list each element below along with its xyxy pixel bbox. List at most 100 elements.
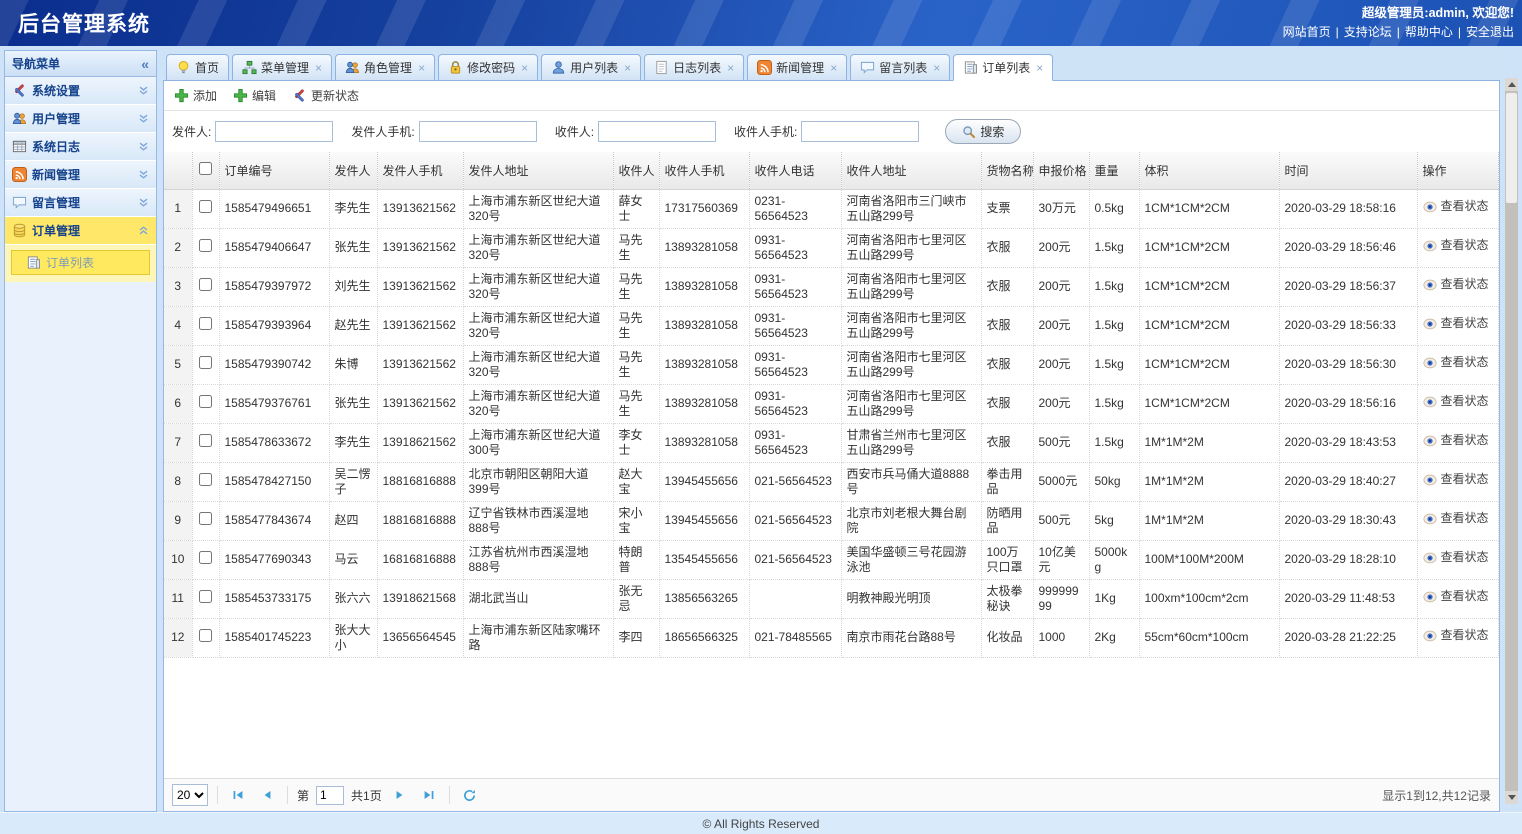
vertical-scrollbar[interactable] [1505,78,1518,804]
cell-sender-phone: 18816816888 [377,501,463,540]
update-status-button[interactable]: 更新状态 [292,87,359,104]
scroll-down-arrow[interactable] [1505,791,1518,804]
view-status-link[interactable]: 查看状态 [1423,199,1489,214]
cell-time: 2020-03-29 18:56:37 [1279,267,1417,306]
first-page-button[interactable] [227,784,249,806]
header-link-1[interactable]: 支持论坛 [1344,25,1392,39]
row-checkbox[interactable] [199,473,212,486]
sidebar-subitem-label: 订单列表 [46,254,94,271]
tab-menu-mgmt[interactable]: 菜单管理× [232,54,332,81]
tab-log-list[interactable]: 日志列表× [644,54,744,81]
view-status-link[interactable]: 查看状态 [1423,628,1489,643]
cell-receiver: 马先生 [613,306,659,345]
sidebar-collapse-icon[interactable]: « [141,57,149,71]
row-checkbox[interactable] [199,434,212,447]
tab-change-password[interactable]: 修改密码× [438,54,538,81]
page-number-input[interactable] [316,786,344,805]
sidebar-item-user-mgmt[interactable]: 用户管理 [5,105,156,133]
tab-message-list[interactable]: 留言列表× [850,54,950,81]
cell-weight: 50kg [1089,462,1139,501]
row-checkbox[interactable] [199,629,212,642]
next-page-button[interactable] [389,784,411,806]
last-page-button[interactable] [418,784,440,806]
tab-order-list-tab[interactable]: 订单列表× [953,54,1053,81]
sender-input[interactable] [215,121,333,142]
cell-receiver: 特朗普 [613,540,659,579]
row-number: 1 [164,189,192,228]
search-button[interactable]: 搜索 [945,119,1021,144]
add-button[interactable]: 添加 [174,87,217,104]
tab-close-icon[interactable]: × [624,61,631,75]
tab-close-icon[interactable]: × [830,61,837,75]
row-checkbox[interactable] [199,395,212,408]
cell-sender-phone: 13913621562 [377,384,463,423]
sidebar-subitem-order-list[interactable]: 订单列表 [11,250,150,275]
scroll-up-arrow[interactable] [1505,78,1518,91]
tab-close-icon[interactable]: × [727,61,734,75]
cell-price: 5000元 [1033,462,1089,501]
scrollbar-thumb[interactable] [1506,93,1517,203]
page-size-select[interactable]: 20 [172,784,208,806]
row-checkbox[interactable] [199,200,212,213]
cell-volume: 100M*100M*200M [1139,540,1279,579]
cell-volume: 1CM*1CM*2CM [1139,345,1279,384]
tab-news-mgmt-tab[interactable]: 新闻管理× [747,54,847,81]
row-checkbox[interactable] [199,512,212,525]
row-checkbox[interactable] [199,317,212,330]
sidebar-item-label: 用户管理 [32,110,80,127]
row-checkbox[interactable] [199,278,212,291]
view-status-link[interactable]: 查看状态 [1423,355,1489,370]
row-checkbox[interactable] [199,356,212,369]
pager-separator [217,786,218,804]
sidebar-item-order-mgmt[interactable]: 订单管理 [5,217,156,245]
table-row: 91585477843674赵四18816816888辽宁省铁林市西溪湿地888… [164,501,1499,540]
receiver-phone-input[interactable] [801,121,919,142]
view-status-link[interactable]: 查看状态 [1423,238,1489,253]
header-link-2[interactable]: 帮助中心 [1405,25,1453,39]
view-status-label: 查看状态 [1441,355,1489,370]
view-status-link[interactable]: 查看状态 [1423,316,1489,331]
tab-close-icon[interactable]: × [315,61,322,75]
table-row: 51585479390742朱博13913621562上海市浦东新区世纪大道32… [164,345,1499,384]
change-password-icon [448,60,463,75]
tab-role-mgmt[interactable]: 角色管理× [335,54,435,81]
sender-phone-input[interactable] [419,121,537,142]
tab-bar: 首页菜单管理×角色管理×修改密码×用户列表×日志列表×新闻管理×留言列表×订单列… [163,50,1500,81]
select-all-checkbox[interactable] [199,162,212,175]
view-status-link[interactable]: 查看状态 [1423,472,1489,487]
row-checkbox[interactable] [199,590,212,603]
view-status-link[interactable]: 查看状态 [1423,550,1489,565]
refresh-button[interactable] [459,784,481,806]
cell-order-no: 1585479376761 [219,384,329,423]
tab-label: 用户列表 [570,59,618,76]
tab-user-list[interactable]: 用户列表 × [541,54,641,81]
tab-home[interactable]: 首页 [166,54,229,81]
edit-button[interactable]: 编辑 [233,87,276,104]
cell-weight: 1.5kg [1089,228,1139,267]
sidebar-item-news-mgmt[interactable]: 新闻管理 [5,161,156,189]
cell-sender: 朱博 [329,345,377,384]
search-button-label: 搜索 [980,123,1004,140]
prev-page-button[interactable] [256,784,278,806]
sidebar-item-message-mgmt[interactable]: 留言管理 [5,189,156,217]
receiver-input[interactable] [598,121,716,142]
tab-close-icon[interactable]: × [933,61,940,75]
tab-close-icon[interactable]: × [418,61,425,75]
view-status-link[interactable]: 查看状态 [1423,589,1489,604]
view-status-link[interactable]: 查看状态 [1423,394,1489,409]
row-checkbox[interactable] [199,239,212,252]
view-status-link[interactable]: 查看状态 [1423,433,1489,448]
cell-receiver: 马先生 [613,267,659,306]
header-link-3[interactable]: 安全退出 [1466,25,1514,39]
tab-close-icon[interactable]: × [521,61,528,75]
header-link-0[interactable]: 网站首页 [1283,25,1331,39]
cell-price: 500元 [1033,423,1089,462]
view-status-link[interactable]: 查看状态 [1423,277,1489,292]
cell-sender-phone: 13913621562 [377,306,463,345]
tab-close-icon[interactable]: × [1036,61,1043,75]
sidebar-item-system-log[interactable]: 系统日志 [5,133,156,161]
cell-sender-addr: 辽宁省铁林市西溪湿地888号 [463,501,613,540]
view-status-link[interactable]: 查看状态 [1423,511,1489,526]
sidebar-item-system-settings[interactable]: 系统设置 [5,77,156,105]
row-checkbox[interactable] [199,551,212,564]
